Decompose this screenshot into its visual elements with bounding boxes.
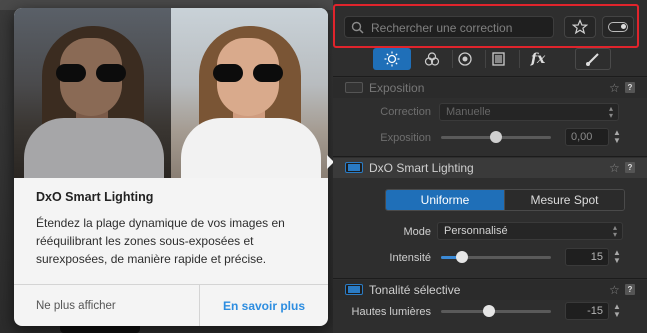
active-only-toggle[interactable] bbox=[602, 16, 634, 38]
search-input[interactable] bbox=[371, 19, 551, 36]
popup-footer: Ne plus afficher En savoir plus bbox=[14, 284, 328, 326]
after-photo bbox=[171, 8, 328, 178]
intensity-slider[interactable] bbox=[441, 251, 551, 263]
tab-light[interactable] bbox=[373, 48, 411, 70]
tab-local-adjustments[interactable] bbox=[575, 48, 611, 70]
exposure-value[interactable]: 0,00 bbox=[565, 128, 609, 146]
highlights-slider-knob[interactable] bbox=[483, 305, 496, 317]
mode-uniform-button[interactable]: Uniforme bbox=[386, 190, 504, 210]
smart-lighting-enable-checkbox[interactable] bbox=[345, 162, 363, 173]
highlights-value[interactable]: -15 bbox=[565, 302, 609, 320]
palette-tabs: fx bbox=[333, 48, 647, 72]
feature-info-popup: DxO Smart Lighting Étendez la plage dyna… bbox=[14, 8, 328, 326]
correction-label: Correction bbox=[380, 106, 431, 118]
section-selective-tone[interactable]: Tonalité sélective ☆ ? bbox=[333, 280, 647, 300]
popup-title: DxO Smart Lighting bbox=[36, 190, 154, 204]
mode-dropdown[interactable]: Personnalisé ▴ ▾ bbox=[437, 222, 623, 240]
search-toolbar bbox=[333, 4, 639, 48]
corrections-panel: fx Exposition ☆ ? Correction Manuelle ▴▾… bbox=[333, 0, 647, 333]
highlights-stepper[interactable]: ▲ ▼ bbox=[612, 303, 622, 321]
intensity-slider-knob[interactable] bbox=[455, 251, 468, 263]
correction-value: Manuelle bbox=[446, 106, 491, 118]
tab-effects[interactable]: fx bbox=[519, 48, 557, 70]
favorites-button[interactable] bbox=[564, 16, 596, 38]
section-exposure[interactable]: Exposition ☆ ? bbox=[333, 78, 647, 98]
dropdown-caret-icon: ▴ ▾ bbox=[612, 223, 617, 239]
mode-value: Personnalisé bbox=[444, 225, 508, 237]
search-field[interactable] bbox=[344, 16, 554, 38]
dropdown-caret-icon: ▴ ▾ bbox=[608, 104, 613, 120]
smart-lighting-title: DxO Smart Lighting bbox=[369, 161, 474, 175]
lens-icon bbox=[458, 52, 472, 66]
mode-label: Mode bbox=[403, 226, 431, 238]
star-icon[interactable]: ☆ bbox=[609, 161, 620, 175]
before-photo bbox=[14, 8, 171, 178]
geometry-icon bbox=[492, 52, 505, 66]
star-icon[interactable]: ☆ bbox=[609, 81, 620, 95]
search-icon bbox=[351, 21, 364, 34]
star-icon[interactable]: ☆ bbox=[609, 283, 620, 297]
tab-detail[interactable] bbox=[446, 48, 484, 70]
highlights-slider-track bbox=[441, 310, 551, 313]
correction-dropdown[interactable]: Manuelle ▴ ▾ bbox=[439, 103, 619, 121]
intensity-value[interactable]: 15 bbox=[565, 248, 609, 266]
help-icon[interactable]: ? bbox=[625, 82, 635, 93]
before-after-photos bbox=[14, 8, 328, 178]
star-icon bbox=[572, 19, 588, 35]
color-circles-icon bbox=[424, 52, 440, 66]
highlights-slider[interactable] bbox=[441, 305, 551, 317]
exposure-slider[interactable] bbox=[441, 131, 551, 143]
tab-geometry[interactable] bbox=[480, 48, 518, 70]
fx-icon: fx bbox=[530, 51, 546, 67]
popup-description: Étendez la plage dynamique de vos images… bbox=[36, 216, 285, 266]
smart-lighting-mode-switch: Uniforme Mesure Spot bbox=[385, 189, 625, 211]
selective-tone-enable-checkbox[interactable] bbox=[345, 284, 363, 295]
exposure-enable-checkbox[interactable] bbox=[345, 82, 363, 93]
exposure-slider-knob[interactable] bbox=[490, 131, 502, 143]
selective-tone-title: Tonalité sélective bbox=[369, 283, 461, 297]
exposure-label: Exposition bbox=[380, 132, 431, 144]
help-icon[interactable]: ? bbox=[625, 162, 635, 173]
intensity-label: Intensité bbox=[389, 252, 431, 264]
help-icon[interactable]: ? bbox=[625, 284, 635, 295]
learn-more-button[interactable]: En savoir plus bbox=[200, 285, 328, 326]
brush-icon bbox=[586, 53, 599, 66]
exposure-title: Exposition bbox=[369, 81, 425, 95]
section-smart-lighting[interactable]: DxO Smart Lighting ☆ ? bbox=[333, 158, 647, 178]
mode-spot-button[interactable]: Mesure Spot bbox=[504, 190, 624, 210]
exposure-stepper[interactable]: ▲ ▼ bbox=[612, 129, 622, 147]
sun-icon bbox=[384, 51, 400, 67]
highlights-label: Hautes lumières bbox=[351, 306, 431, 318]
toggle-icon bbox=[608, 22, 628, 32]
dismiss-button[interactable]: Ne plus afficher bbox=[14, 285, 200, 326]
intensity-stepper[interactable]: ▲ ▼ bbox=[612, 249, 622, 267]
